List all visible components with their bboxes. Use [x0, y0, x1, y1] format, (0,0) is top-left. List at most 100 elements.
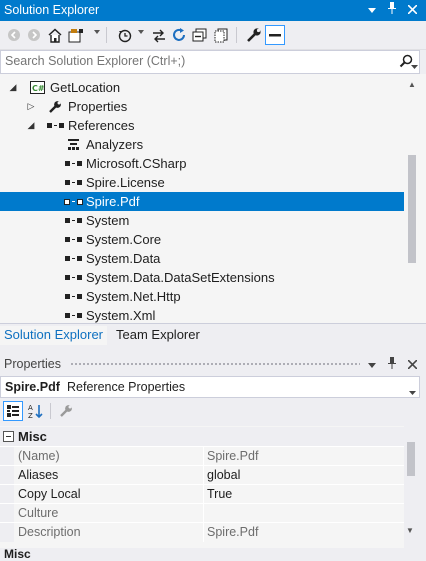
reference-icon: [64, 251, 82, 266]
preview-selected-items-icon[interactable]: [265, 25, 285, 45]
collapsed-arrow-icon[interactable]: ▷: [26, 97, 36, 116]
collapse-category-icon[interactable]: [3, 431, 14, 442]
expanded-arrow-icon[interactable]: ◢: [26, 116, 36, 135]
reference-icon: [63, 194, 83, 209]
tree-item-reference[interactable]: System.Data: [0, 249, 404, 268]
reference-icon: [64, 156, 82, 171]
tree-item-label: System.Data: [86, 251, 161, 266]
reference-icon: [64, 232, 82, 247]
tree-item-reference[interactable]: System.Data.DataSetExtensions: [0, 268, 404, 287]
scrollbar-thumb[interactable]: [408, 155, 416, 263]
switch-views-icon[interactable]: [66, 25, 86, 45]
tab-solution-explorer[interactable]: Solution Explorer: [0, 326, 107, 346]
alphabetical-sort-icon[interactable]: AZ: [26, 401, 46, 421]
tree-item-reference[interactable]: System.Net.Http: [0, 287, 404, 306]
scroll-up-arrow-icon[interactable]: ▲: [407, 80, 417, 90]
property-name: Copy Local: [18, 487, 81, 501]
pin-icon[interactable]: [384, 357, 400, 373]
scroll-down-arrow-icon[interactable]: ▼: [406, 526, 414, 535]
property-pages-icon[interactable]: [56, 401, 76, 421]
categorized-icon[interactable]: [3, 401, 23, 421]
properties-titlebar: Properties: [0, 353, 426, 374]
category-label: Misc: [4, 547, 31, 561]
home-icon[interactable]: [45, 25, 65, 45]
svg-text:A: A: [28, 404, 33, 412]
close-icon[interactable]: [404, 357, 420, 373]
tree-item-label: GetLocation: [50, 80, 121, 95]
reference-icon: [64, 175, 82, 190]
solution-explorer-titlebar: Solution Explorer: [0, 0, 426, 21]
category-misc[interactable]: Misc: [0, 427, 404, 446]
tree-item-reference[interactable]: System.Xml: [0, 306, 404, 323]
tree-item-label: System.Core: [86, 232, 162, 247]
tree-item-label: System.Xml: [86, 308, 156, 323]
wrench-icon: [47, 99, 63, 114]
analyzers-icon: [65, 137, 81, 152]
back-icon[interactable]: [4, 25, 24, 45]
panel-splitter[interactable]: [0, 345, 426, 353]
tree-item-label: Analyzers: [86, 137, 144, 152]
column-divider[interactable]: [203, 466, 204, 485]
sync-with-active-document-icon[interactable]: [149, 25, 169, 45]
search-options-dropdown-icon[interactable]: [411, 59, 418, 73]
column-divider[interactable]: [203, 504, 204, 523]
refresh-icon[interactable]: [169, 25, 189, 45]
property-grid-scrollbar[interactable]: ▼: [406, 426, 416, 536]
search-box[interactable]: [0, 50, 420, 74]
tree-item-label: System.Data.DataSetExtensions: [86, 270, 275, 285]
tree-item-label: Spire.Pdf: [86, 194, 140, 209]
row-margin: [0, 466, 14, 485]
property-value[interactable]: True: [207, 487, 232, 501]
tree-item-label: System: [86, 213, 130, 228]
reference-icon: [64, 270, 82, 285]
tab-team-explorer[interactable]: Team Explorer: [112, 326, 204, 346]
close-icon[interactable]: [404, 2, 420, 18]
column-divider[interactable]: [203, 523, 204, 542]
csharp-project-icon: C#: [29, 80, 45, 95]
tree-item-getlocation[interactable]: ◢ C# GetLocation: [0, 78, 404, 97]
property-row[interactable]: Aliases global: [0, 465, 404, 485]
window-position-dropdown-icon[interactable]: [364, 2, 380, 18]
window-position-dropdown-icon[interactable]: [364, 357, 380, 373]
object-name: Spire.Pdf: [5, 380, 60, 394]
properties-icon[interactable]: [244, 25, 264, 45]
property-name: Description: [18, 525, 81, 539]
show-all-files-icon[interactable]: [211, 25, 231, 45]
tree-item-label: Properties: [68, 99, 128, 114]
pending-changes-filter-icon[interactable]: [115, 25, 135, 45]
tree-item-reference[interactable]: System.Core: [0, 230, 404, 249]
property-row[interactable]: (Name) Spire.Pdf: [0, 446, 404, 466]
expanded-arrow-icon[interactable]: ◢: [8, 78, 18, 97]
tree-item-references[interactable]: ◢ References: [0, 116, 404, 135]
tree-item-reference-selected[interactable]: Spire.Pdf: [0, 192, 404, 211]
row-margin: [0, 485, 14, 504]
search-input[interactable]: [5, 53, 385, 69]
forward-icon[interactable]: [24, 25, 44, 45]
property-row[interactable]: Description Spire.Pdf: [0, 522, 404, 542]
column-divider[interactable]: [203, 447, 204, 466]
property-value[interactable]: global: [207, 468, 240, 482]
switch-views-dropdown-icon[interactable]: [94, 30, 100, 34]
tree-item-label: System.Net.Http: [86, 289, 181, 304]
object-selector-dropdown-icon[interactable]: [409, 385, 416, 399]
tree-scrollbar[interactable]: ▲: [407, 80, 417, 324]
property-grid: Misc (Name) Spire.Pdf Aliases global Cop…: [0, 426, 404, 558]
tree-item-reference[interactable]: System: [0, 211, 404, 230]
tree-item-reference[interactable]: Microsoft.CSharp: [0, 154, 404, 173]
tree-item-reference[interactable]: Spire.License: [0, 173, 404, 192]
pending-changes-dropdown-icon[interactable]: [138, 30, 144, 34]
object-type: Reference Properties: [67, 380, 186, 394]
solution-explorer-toolbar: [0, 21, 426, 50]
property-row[interactable]: Culture: [0, 503, 404, 523]
tree-item-properties[interactable]: ▷ Properties: [0, 97, 404, 116]
title-grip[interactable]: [70, 362, 360, 366]
tree-item-analyzers[interactable]: Analyzers: [0, 135, 404, 154]
row-margin: [0, 504, 14, 523]
tree-item-label: Spire.License: [86, 175, 165, 190]
scrollbar-thumb[interactable]: [407, 442, 415, 476]
collapse-all-icon[interactable]: [190, 25, 210, 45]
property-row[interactable]: Copy Local True: [0, 484, 404, 504]
column-divider[interactable]: [203, 485, 204, 504]
pin-icon[interactable]: [384, 2, 400, 18]
object-selector[interactable]: Spire.Pdf Reference Properties: [0, 376, 420, 398]
